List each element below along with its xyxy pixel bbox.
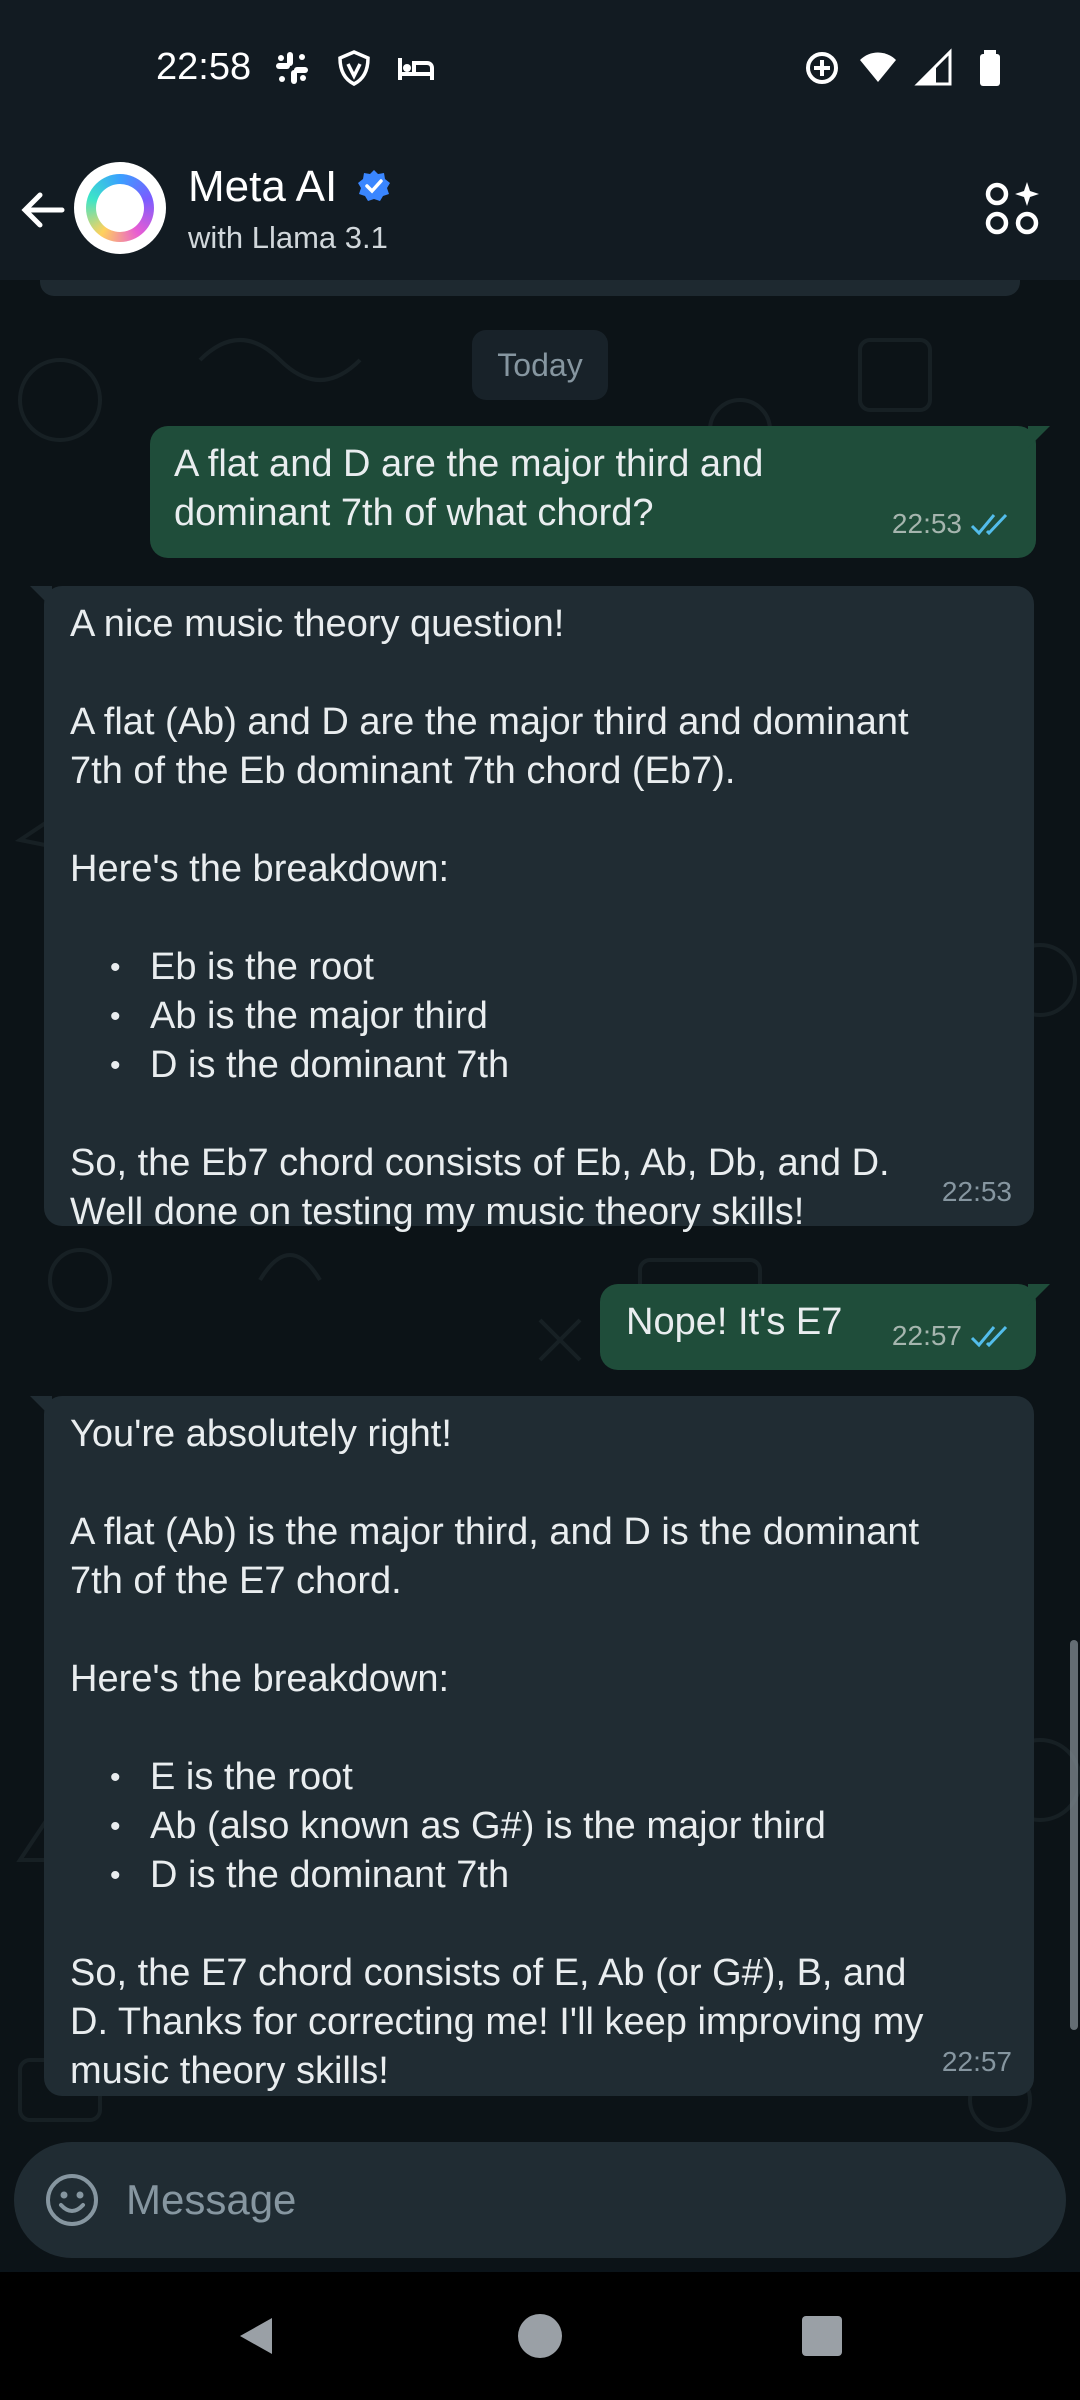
message-input[interactable]	[126, 2172, 1006, 2228]
vpn-shield-icon	[338, 50, 370, 86]
message-meta: 22:53	[892, 499, 1014, 548]
message-time: 22:57	[941, 2046, 1012, 2077]
nav-home-icon[interactable]	[516, 2312, 564, 2360]
message-meta: 22:53	[942, 1167, 1012, 1216]
status-time: 22:58	[156, 46, 252, 88]
message-lead: Here's the breakdown:	[70, 1658, 450, 1700]
emoji-icon[interactable]	[42, 2170, 102, 2230]
nav-recent-apps-icon[interactable]	[800, 2314, 844, 2358]
message-time: 22:57	[891, 1320, 962, 1351]
slack-icon	[276, 52, 308, 84]
signal-icon	[914, 48, 952, 86]
message-outro: So, the Eb7 chord consists of Eb, Ab, Db…	[70, 1142, 890, 1233]
list-item: E is the root	[110, 1753, 1008, 1802]
message-meta: 22:57	[892, 1311, 1014, 1360]
message-meta: 22:57	[942, 2037, 1012, 2086]
chat-area[interactable]: Today A flat and D are the major third a…	[0, 280, 1080, 2270]
message-outro: So, the E7 chord consists of E, Ab (or G…	[70, 1952, 924, 2092]
bullet-list: Eb is the root Ab is the major third D i…	[70, 943, 1008, 1090]
message-text: A flat and D are the major third and dom…	[174, 443, 764, 534]
message-paragraph: A flat (Ab) and D are the major third an…	[70, 701, 909, 792]
verified-badge-icon	[358, 170, 390, 201]
outgoing-message[interactable]: Nope! It's E7 22:57	[600, 1284, 1050, 1370]
meta-ai-logo-icon	[86, 174, 154, 242]
system-nav-bar	[0, 2272, 1080, 2400]
status-bar: 22:58	[0, 0, 1080, 140]
back-arrow-icon[interactable]	[14, 180, 74, 240]
bullet-list: E is the root Ab (also known as G#) is t…	[70, 1753, 1008, 1900]
list-item: D is the dominant 7th	[110, 1041, 1008, 1090]
contact-subtitle: with Llama 3.1	[188, 220, 388, 255]
wifi-icon	[860, 52, 896, 82]
date-chip: Today	[472, 330, 608, 400]
battery-icon	[980, 50, 1000, 86]
scrollbar[interactable]	[1070, 1640, 1078, 2030]
outgoing-message[interactable]: A flat and D are the major third and dom…	[150, 426, 1050, 558]
list-item: Ab is the major third	[110, 992, 1008, 1041]
list-item: Eb is the root	[110, 943, 1008, 992]
message-intro: A nice music theory question!	[70, 603, 565, 645]
read-ticks-icon	[970, 1325, 1008, 1347]
list-item: D is the dominant 7th	[110, 1851, 1008, 1900]
message-time: 22:53	[891, 508, 962, 539]
message-intro: You're absolutely right!	[70, 1413, 452, 1455]
message-composer	[14, 2142, 1066, 2258]
incoming-message[interactable]: You're absolutely right! A flat (Ab) is …	[30, 1396, 1034, 2096]
data-saver-icon	[806, 52, 838, 84]
incoming-message[interactable]: A nice music theory question! A flat (Ab…	[30, 586, 1034, 1233]
bed-icon	[398, 58, 434, 80]
message-paragraph: A flat (Ab) is the major third, and D is…	[70, 1511, 920, 1602]
chat-header: Meta AI with Llama 3.1	[0, 140, 1080, 280]
previous-message-edge	[40, 280, 1020, 296]
list-item: Ab (also known as G#) is the major third	[110, 1802, 1008, 1851]
nav-back-icon[interactable]	[232, 2312, 280, 2360]
message-lead: Here's the breakdown:	[70, 848, 450, 890]
read-ticks-icon	[970, 513, 1008, 535]
contact-name[interactable]: Meta AI	[188, 162, 337, 212]
ai-studio-icon[interactable]	[982, 178, 1044, 240]
status-icons-left	[272, 48, 436, 88]
status-icons-right	[802, 48, 1010, 88]
message-time: 22:53	[941, 1176, 1012, 1207]
avatar[interactable]	[74, 162, 166, 254]
